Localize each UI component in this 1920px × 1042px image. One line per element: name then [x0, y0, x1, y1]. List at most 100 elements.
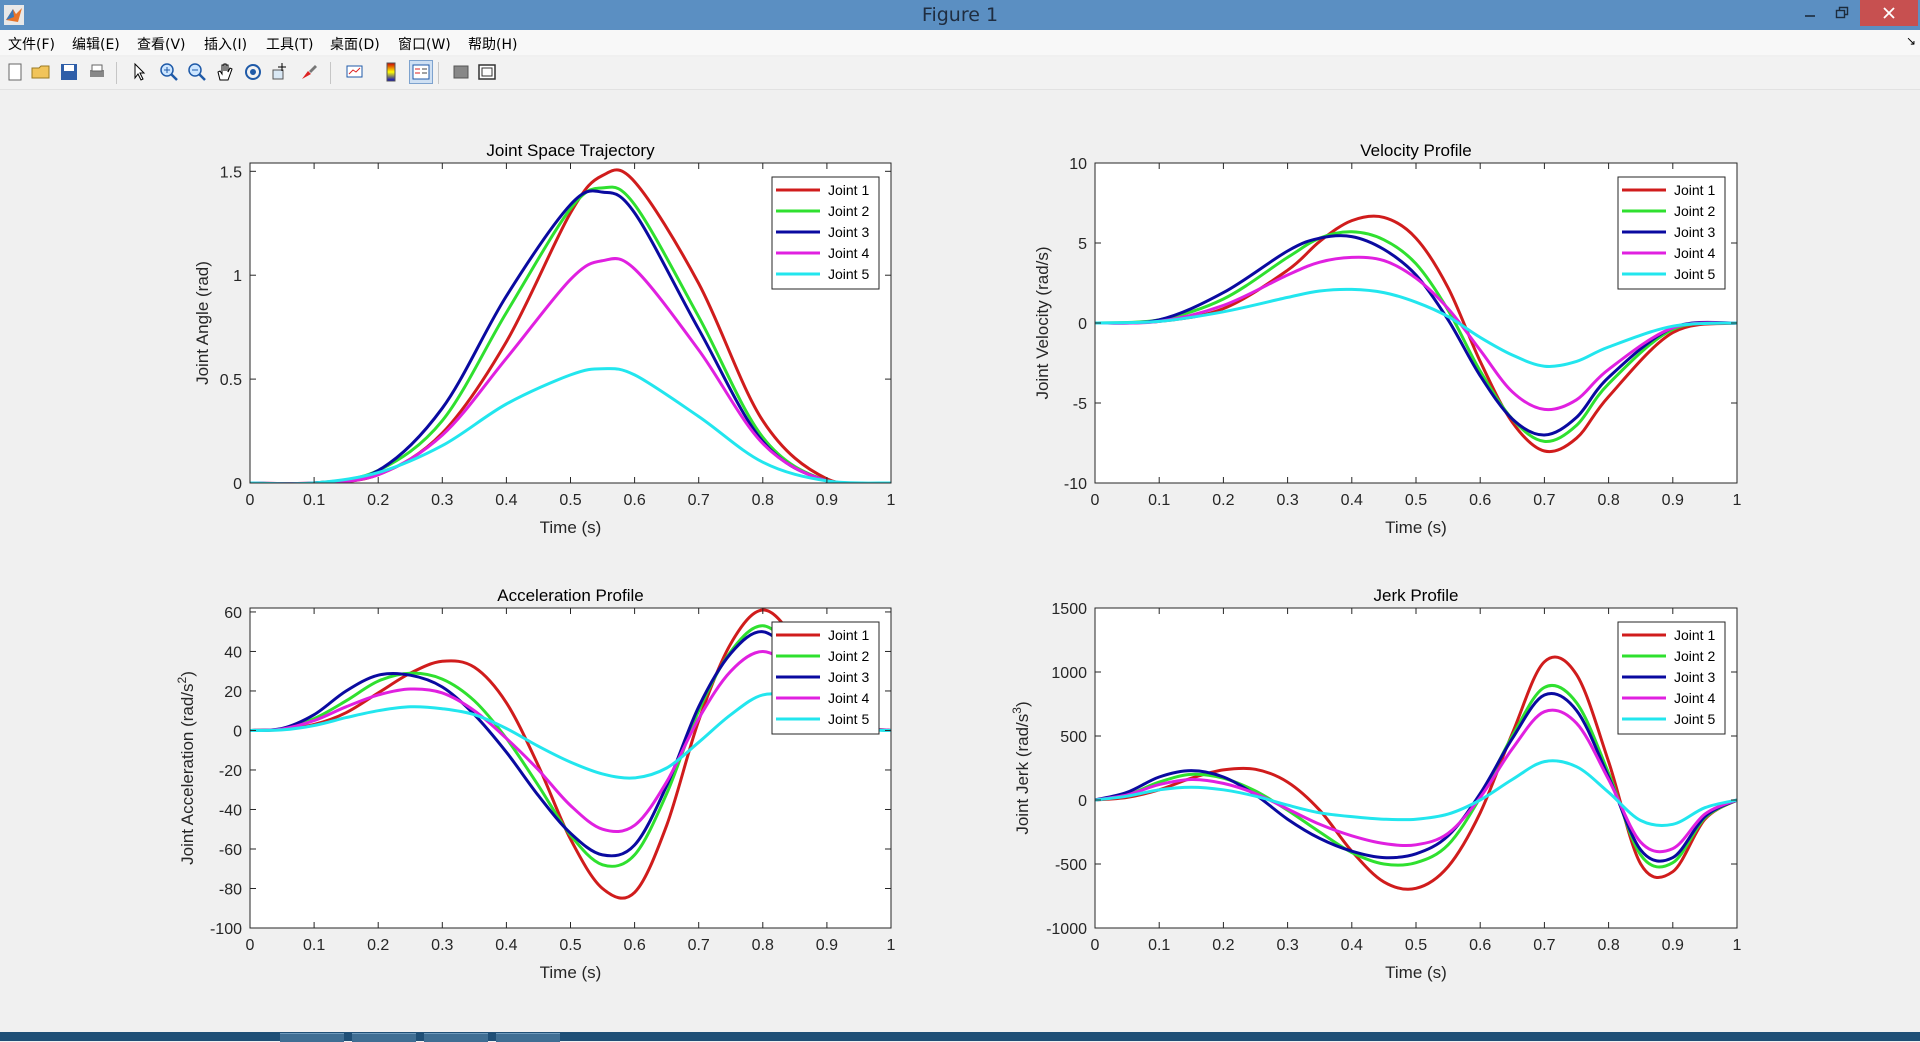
link-plot-icon	[346, 65, 363, 78]
x-tick-label: 1	[1733, 937, 1742, 954]
y-tick-label: 20	[224, 684, 242, 701]
legend[interactable]: Joint 1 Joint 2 Joint 3 Joint 4 Joint 5	[1617, 621, 1726, 735]
menu-bar: 文件(F) 编辑(E) 查看(V) 插入(I) 工具(T) 桌面(D) 窗口(W…	[0, 30, 1920, 55]
x-tick-label: 0.3	[1276, 937, 1298, 954]
x-tick-label: 0.2	[367, 937, 389, 954]
new-figure-button[interactable]	[4, 61, 26, 83]
data-cursor-button[interactable]	[270, 61, 292, 83]
menu-window[interactable]: 窗口(W)	[398, 34, 451, 54]
save-icon	[61, 64, 77, 80]
y-axis-label-end: )	[178, 671, 197, 677]
show-plot-tools-button[interactable]	[476, 61, 498, 83]
x-axis-label: Time (s)	[540, 518, 602, 537]
zoom-in-button[interactable]	[158, 61, 180, 83]
x-tick-label: 0.6	[623, 937, 645, 954]
y-tick-label: -500	[1055, 857, 1087, 874]
x-tick-label: 0.7	[688, 492, 710, 509]
x-tick-label: 0.3	[431, 492, 453, 509]
close-button[interactable]	[1860, 0, 1918, 26]
legend-label: Joint 4	[828, 245, 869, 261]
legend-label: Joint 4	[1674, 690, 1715, 706]
legend[interactable]: Joint 1 Joint 2 Joint 3 Joint 4 Joint 5	[1617, 176, 1726, 290]
x-tick-label: 0.4	[1341, 937, 1363, 954]
x-tick-label: 0.9	[816, 492, 838, 509]
menu-view[interactable]: 查看(V)	[137, 34, 186, 54]
x-tick-label: 0.8	[752, 937, 774, 954]
y-axis-label: Joint Velocity (rad/s)	[1033, 246, 1052, 399]
new-figure-icon	[8, 63, 22, 81]
menu-edit[interactable]: 编辑(E)	[72, 34, 120, 54]
x-tick-label: 1	[887, 492, 896, 509]
x-tick-label: 0.4	[495, 492, 517, 509]
title-bar: Figure 1	[0, 0, 1920, 30]
chart-4[interactable]: 0 0.1 0.2 0.3 0.4 0.5 0.6 0.7 0.8 0.9 1 -1000 -500 0 5…	[1010, 586, 1742, 982]
open-file-button[interactable]	[30, 61, 52, 83]
menu-tools[interactable]: 工具(T)	[266, 34, 313, 54]
legend-label: Joint 2	[1674, 203, 1715, 219]
dock-arrow-icon[interactable]: ↘	[1906, 34, 1916, 48]
link-plot-button[interactable]	[344, 61, 366, 83]
menu-help[interactable]: 帮助(H)	[468, 34, 517, 54]
y-tick-label: -60	[219, 842, 242, 859]
legend[interactable]: Joint 1 Joint 2 Joint 3 Joint 4 Joint 5	[771, 621, 880, 735]
y-tick-label: -100	[210, 921, 242, 938]
pan-button[interactable]	[214, 61, 236, 83]
y-tick-label: 40	[224, 644, 242, 661]
menu-insert[interactable]: 插入(I)	[204, 34, 247, 54]
x-tick-label: 0.8	[1597, 937, 1619, 954]
zoom-in-icon	[160, 63, 178, 81]
print-icon	[90, 64, 104, 77]
chart-2[interactable]: 0 0.1 0.2 0.3 0.4 0.5 0.6 0.7 0.8 0.9 1 -10 -5 0 5 10 Ve…	[1033, 141, 1742, 537]
y-axis-label-text: Joint Jerk (rad/s	[1013, 714, 1032, 835]
show-plot-tools-icon	[478, 64, 496, 80]
x-tick-label: 0	[1091, 937, 1100, 954]
taskbar	[0, 1032, 1920, 1042]
x-tick-label: 0.2	[1212, 492, 1234, 509]
x-tick-label: 0.9	[816, 937, 838, 954]
rotate-3d-icon	[245, 64, 261, 80]
x-axis-label: Time (s)	[540, 963, 602, 982]
restore-icon	[1835, 6, 1849, 19]
toolbar-separator	[330, 62, 331, 84]
x-tick-label: 0	[246, 492, 255, 509]
x-tick-label: 0.4	[1341, 492, 1363, 509]
menu-file[interactable]: 文件(F)	[8, 34, 55, 54]
figure-canvas: 0 0.1 0.2 0.3 0.4 0.5 0.6 0.7 0.8 0.9 100.511.5Joi…	[175, 141, 1742, 982]
legend-button[interactable]	[409, 60, 433, 84]
rotate-3d-button[interactable]	[242, 61, 264, 83]
legend-label: Joint 1	[828, 182, 869, 198]
close-icon	[1883, 7, 1895, 19]
legend[interactable]: Joint 1 Joint 2 Joint 3 Joint 4 Joint 5	[771, 176, 880, 290]
y-tick-label: 1000	[1051, 665, 1087, 682]
x-tick-label: 0.7	[688, 937, 710, 954]
legend-label: Joint 1	[1674, 182, 1715, 198]
y-tick-label: -5	[1073, 396, 1087, 413]
y-tick-label: 0.5	[220, 372, 242, 389]
x-tick-label: 1	[1733, 492, 1742, 509]
brush-icon	[302, 65, 317, 79]
legend-label: Joint 4	[828, 690, 869, 706]
zoom-out-button[interactable]	[186, 61, 208, 83]
x-tick-label: 0.1	[303, 937, 325, 954]
chart-1[interactable]: 0 0.1 0.2 0.3 0.4 0.5 0.6 0.7 0.8 0.9 1 0 0.5 1 1.5 Joi…	[193, 141, 896, 537]
colorbar-icon	[386, 62, 396, 82]
chart-3[interactable]: 0 0.1 0.2 0.3 0.4 0.5 0.6 0.7 0.8 0.9 1 -100 -80 -60 -…	[175, 586, 896, 982]
x-axis-label: Time (s)	[1385, 518, 1447, 537]
minimize-icon	[1805, 15, 1815, 17]
legend-label: Joint 5	[828, 711, 869, 727]
colorbar-button[interactable]	[380, 61, 402, 83]
menu-desktop[interactable]: 桌面(D)	[330, 34, 380, 54]
x-tick-label: 0.9	[1662, 937, 1684, 954]
edit-plot-icon	[134, 62, 146, 81]
toolbar-separator	[438, 62, 439, 84]
hide-plot-tools-button[interactable]	[450, 61, 472, 83]
chart-title: Velocity Profile	[1360, 141, 1472, 160]
edit-plot-button[interactable]	[128, 61, 150, 83]
legend-label: Joint 3	[1674, 224, 1715, 240]
legend-icon	[412, 64, 430, 80]
print-button[interactable]	[86, 61, 108, 83]
legend-label: Joint 5	[1674, 711, 1715, 727]
save-button[interactable]	[58, 61, 80, 83]
brush-button[interactable]	[298, 61, 320, 83]
maximize-button[interactable]	[1822, 0, 1862, 26]
